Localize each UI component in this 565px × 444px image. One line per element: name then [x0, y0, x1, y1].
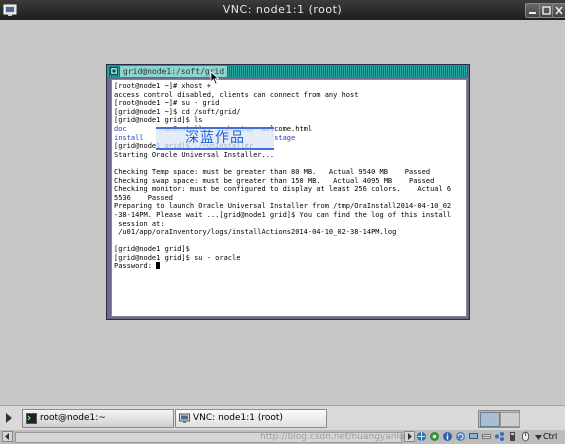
terminal-line: Checking Temp space: must be greater tha…: [114, 168, 451, 177]
screen: VNC: node1:1 (root) grid@node1:/soft/gri…: [0, 0, 565, 444]
info-icon[interactable]: [442, 431, 453, 442]
terminal-line: [grid@node1 grid]$ su - oracle: [114, 254, 451, 263]
terminal-line-text: Checking Temp space: must be greater tha…: [114, 167, 431, 176]
terminal-line: Preparing to launch Oracle Universal Ins…: [114, 202, 451, 211]
workspace-switcher[interactable]: [478, 410, 520, 428]
terminal-line: 5536 Passed: [114, 194, 451, 203]
terminal-output[interactable]: [root@node1 ~]# xhost + access control di…: [114, 82, 451, 271]
keyboard-tray-icon[interactable]: [481, 431, 492, 442]
terminal-content[interactable]: [root@node1 ~]# xhost + access control di…: [111, 79, 467, 317]
terminal-line-text: [root@node1 ~]# su - grid: [114, 99, 220, 108]
terminal-line: Checking monitor: must be configured to …: [114, 185, 451, 194]
terminal-line: [root@node1 ~]# xhost +: [114, 82, 451, 91]
workspace-1[interactable]: [480, 412, 500, 427]
scroll-left-icon[interactable]: [2, 431, 13, 442]
host-key-label: Ctrl: [543, 432, 558, 441]
directory-name: install: [114, 133, 144, 142]
share-icon[interactable]: [494, 431, 505, 442]
menu-arrow-icon[interactable]: [2, 410, 16, 426]
taskbar-item-label: root@node1:~: [40, 413, 106, 423]
terminal-line: [root@node1 ~]# su - grid: [114, 99, 451, 108]
terminal-line-text: Starting Oracle Universal Installer...: [114, 150, 275, 159]
terminal-line-text: [root@node1 ~]# xhost +: [114, 82, 211, 90]
terminal-line: Starting Oracle Universal Installer...: [114, 151, 451, 160]
workspace-2[interactable]: [500, 412, 520, 427]
vnc-titlebar[interactable]: VNC: node1:1 (root): [0, 0, 565, 20]
terminal-line-text: [grid@node1 grid]$: [114, 245, 190, 254]
terminal-line-text: /u01/app/oraInventory/logs/installAction…: [114, 228, 397, 237]
terminal-line-text: Password:: [114, 262, 157, 271]
text-cursor: [156, 262, 161, 270]
maximize-icon: [542, 6, 551, 15]
refresh-icon[interactable]: [455, 431, 466, 442]
minimize-button[interactable]: [525, 3, 540, 18]
terminal-icon: [26, 413, 37, 424]
terminal-line-text: -38-14PM. Please wait ...[grid@node1 gri…: [114, 210, 452, 219]
usb-icon[interactable]: [507, 431, 518, 442]
taskbar: root@node1:~ VNC: node1:1 (root): [0, 405, 565, 431]
terminal-line-text: Preparing to launch Oracle Universal Ins…: [114, 202, 452, 211]
terminal-line-text: session at:: [114, 219, 165, 228]
terminal-line-text: Checking swap space: must be greater tha…: [114, 176, 435, 185]
terminal-line-text: [grid@node1 ~]$ cd /soft/grid/: [114, 107, 241, 116]
network-icon[interactable]: [416, 431, 427, 442]
terminal-line: -38-14PM. Please wait ...[grid@node1 gri…: [114, 211, 451, 220]
status-bar: http://blog.csdn.net/huangyanlong Ctrl: [0, 430, 565, 444]
terminal-window[interactable]: grid@node1:/soft/grid [root@node1 ~]# xh…: [106, 64, 470, 320]
terminal-line: access control disabled, clients can con…: [114, 91, 451, 100]
scroll-right-icon[interactable]: [404, 431, 415, 442]
settings-icon[interactable]: [429, 431, 440, 442]
taskbar-item-terminal[interactable]: root@node1:~: [22, 409, 174, 428]
terminal-line: Checking swap space: must be greater tha…: [114, 177, 451, 186]
terminal-line: [grid@node1 grid]$: [114, 245, 451, 254]
terminal-line-text: [grid@node1 grid]$ ls: [114, 116, 203, 125]
remote-desktop[interactable]: grid@node1:/soft/grid [root@node1 ~]# xh…: [0, 20, 565, 405]
taskbar-item-vnc[interactable]: VNC: node1:1 (root): [175, 409, 327, 428]
taskbar-item-label: VNC: node1:1 (root): [193, 413, 283, 423]
close-button[interactable]: [552, 3, 565, 18]
blog-watermark: http://blog.csdn.net/huangyanlong: [260, 432, 416, 442]
terminal-line: /u01/app/oraInventory/logs/installAction…: [114, 228, 451, 237]
terminal-line: Password:: [114, 262, 451, 271]
directory-name: doc: [114, 124, 127, 133]
terminal-line-text: Checking monitor: must be configured to …: [114, 185, 452, 194]
terminal-titlebar[interactable]: grid@node1:/soft/grid: [108, 66, 468, 77]
window-menu-icon[interactable]: [110, 67, 118, 75]
terminal-line: [grid@node1 grid]$ ls: [114, 116, 451, 125]
close-icon: [555, 6, 563, 15]
minimize-icon: [529, 12, 536, 14]
mouse-tray-icon[interactable]: [520, 431, 531, 442]
terminal-line-text: [grid@node1 grid]$ su - oracle: [114, 253, 241, 262]
display-icon[interactable]: [468, 431, 479, 442]
mouse-pointer-icon: [210, 71, 220, 85]
terminal-line: session at:: [114, 220, 451, 229]
watermark-label: 深蓝作品: [156, 127, 274, 150]
vnc-window-title: VNC: node1:1 (root): [222, 3, 343, 16]
terminal-line: [grid@node1 ~]$ cd /soft/grid/: [114, 108, 451, 117]
vnc-icon: [179, 413, 190, 423]
terminal-line-text: 5536 Passed: [114, 193, 174, 202]
terminal-line-text: access control disabled, clients can con…: [114, 90, 359, 99]
